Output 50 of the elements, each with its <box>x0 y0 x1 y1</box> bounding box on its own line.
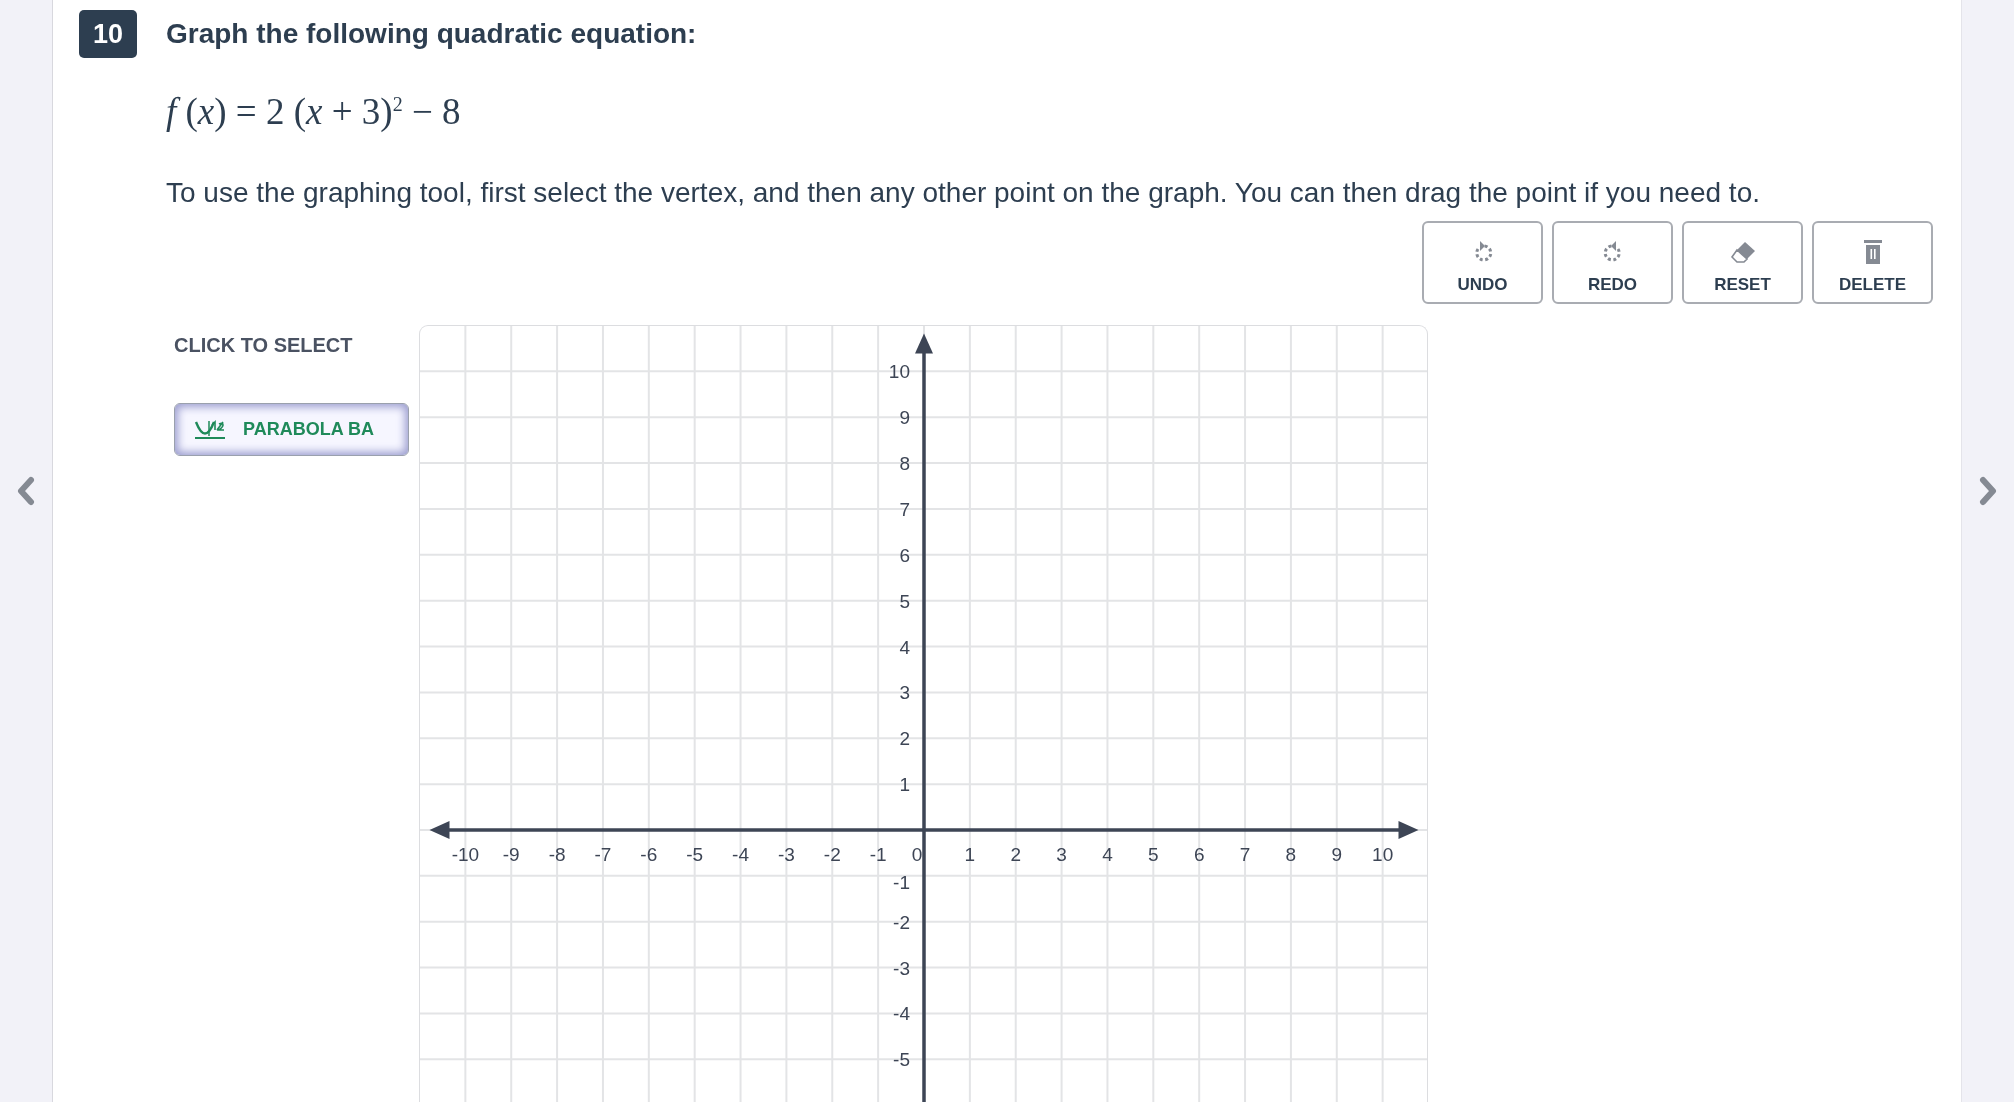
x-tick-label: -1 <box>869 843 887 865</box>
y-tick-label: 10 <box>888 360 910 382</box>
x-tick-label: 4 <box>1101 843 1113 865</box>
y-tick-label: 7 <box>898 498 910 520</box>
redo-icon <box>1601 239 1624 264</box>
y-tick-label: 2 <box>898 727 910 749</box>
tool-heading: CLICK TO SELECT <box>174 334 353 357</box>
x-tick-label: -8 <box>548 843 566 865</box>
y-tick-label: -3 <box>892 957 910 979</box>
x-tick-label: -5 <box>685 843 703 865</box>
question-title: Graph the following quadratic equation: <box>166 18 697 50</box>
x-tick-label: 7 <box>1239 843 1250 865</box>
question-number: 10 <box>79 10 137 58</box>
x-tick-label: 3 <box>1055 843 1067 865</box>
y-tick-label: -1 <box>892 871 910 893</box>
x-tick-label: 1 <box>964 843 975 865</box>
trash-icon <box>1862 238 1883 265</box>
x-tick-label: -9 <box>502 843 520 865</box>
y-tick-label: -4 <box>892 1002 910 1024</box>
parabola-tool-button[interactable]: PARABOLA BA <box>174 403 409 456</box>
y-tick-label: 5 <box>898 590 910 612</box>
x-tick-label: -4 <box>731 843 749 865</box>
x-tick-label: -6 <box>639 843 657 865</box>
x-tick-label: 2 <box>1009 843 1021 865</box>
equation: f (x) = 2 (x + 3)$^{2}$ − 8 <box>166 90 461 133</box>
x-tick-label: 10 <box>1371 843 1393 865</box>
x-tick-label: 0 <box>911 843 922 865</box>
x-tick-label: -10 <box>451 843 479 865</box>
x-tick-label: -3 <box>777 843 795 865</box>
x-tick-label: 8 <box>1285 843 1296 865</box>
y-tick-label: 3 <box>898 681 910 703</box>
y-tick-label: 9 <box>898 406 910 428</box>
x-tick-label: 9 <box>1331 843 1342 865</box>
y-tick-label: 8 <box>898 452 910 474</box>
x-tick-label: 5 <box>1147 843 1159 865</box>
y-tick-label: 6 <box>898 544 910 566</box>
y-tick-label: 4 <box>898 636 910 658</box>
eraser-icon <box>1728 239 1757 264</box>
instruction-text: To use the graphing tool, first select the vertex, and then any other point on the graph. You can then drag the point if you need to. <box>166 177 1760 209</box>
reset-button[interactable]: RESET <box>1682 221 1803 304</box>
redo-button[interactable]: REDO <box>1552 221 1673 304</box>
x-tick-label: 6 <box>1193 843 1204 865</box>
x-tick-label: -7 <box>594 843 611 865</box>
undo-button[interactable]: UNDO <box>1422 221 1543 304</box>
parabola-icon <box>193 418 227 441</box>
y-tick-label: -2 <box>892 911 910 933</box>
delete-button[interactable]: DELETE <box>1812 221 1933 304</box>
x-tick-label: -2 <box>823 843 841 865</box>
y-tick-label: 1 <box>898 773 910 795</box>
y-tick-label: -5 <box>892 1048 910 1070</box>
